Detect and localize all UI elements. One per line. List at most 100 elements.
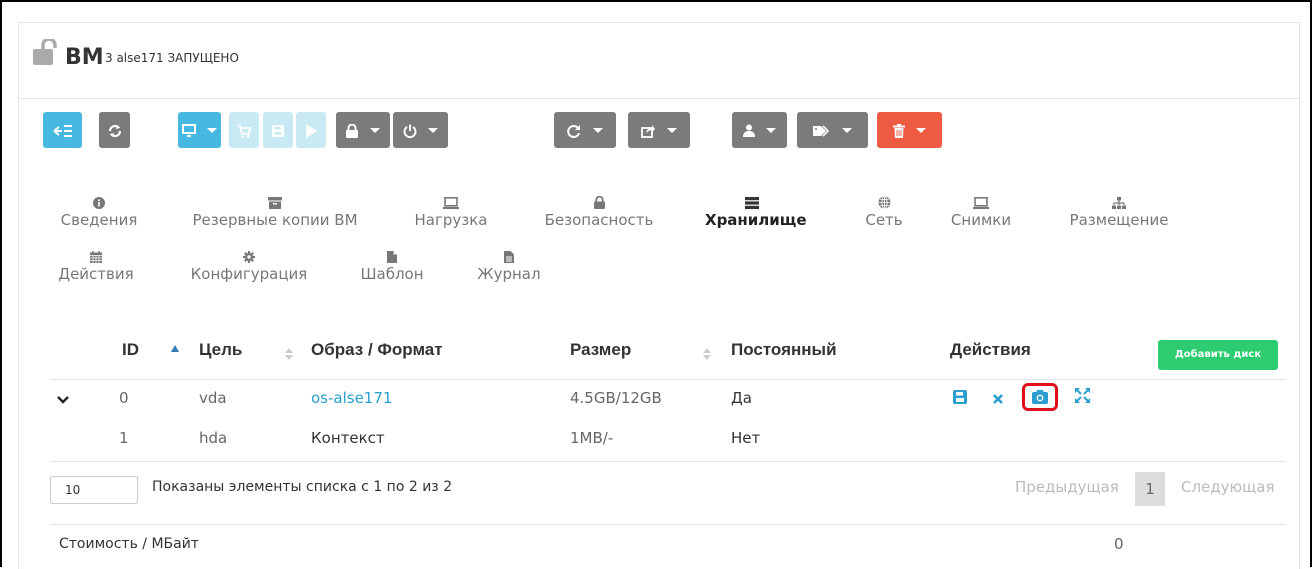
refresh-button[interactable] xyxy=(99,112,130,148)
chevron-down-icon xyxy=(428,128,439,133)
save-as-floppy-icon[interactable] xyxy=(953,389,971,407)
trash-icon xyxy=(892,120,910,139)
tab-storage[interactable]: Хранилище xyxy=(705,195,807,229)
tab-backups[interactable]: Резервные копии ВМ xyxy=(185,195,365,229)
console-button[interactable] xyxy=(178,112,221,148)
next-page-link[interactable]: Следующая xyxy=(1181,478,1275,496)
highlight-box xyxy=(1022,383,1058,411)
tab-network[interactable]: Сеть xyxy=(857,195,911,229)
chevron-down-icon xyxy=(666,128,677,133)
page-size-select[interactable]: 10 xyxy=(50,476,138,504)
prev-page-link[interactable]: Предыдущая xyxy=(1015,478,1119,496)
divider xyxy=(50,379,1286,380)
chevron-down-icon xyxy=(766,128,777,133)
tab-label: Хранилище xyxy=(705,211,807,229)
chevron-down-icon xyxy=(842,128,853,133)
tab-snapshots[interactable]: Снимки xyxy=(944,195,1018,229)
save-button[interactable] xyxy=(263,112,293,148)
cart-icon xyxy=(237,120,252,139)
pagination-info: Показаны элементы списка с 1 по 2 из 2 xyxy=(152,479,453,495)
back-to-list-button[interactable] xyxy=(43,112,82,148)
sitemap-icon xyxy=(1061,195,1177,211)
tab-label: Конфигурация xyxy=(190,265,308,283)
lock-icon xyxy=(537,195,661,211)
row-id: 1 xyxy=(119,429,129,447)
tab-log[interactable]: Журнал xyxy=(473,249,545,283)
col-header-size[interactable]: Размер xyxy=(570,340,631,360)
labels-button[interactable] xyxy=(797,112,868,148)
row-id: 0 xyxy=(119,389,129,407)
file-text-icon xyxy=(473,249,545,265)
col-header-persistent[interactable]: Постоянный xyxy=(731,340,837,360)
migrate-button[interactable] xyxy=(628,112,690,148)
row-persistent: Нет xyxy=(731,429,761,447)
lock-button[interactable] xyxy=(336,112,390,148)
vm-header: ВМ 3 alse171 ЗАПУЩЕНО xyxy=(19,23,1299,99)
laptop-icon xyxy=(944,195,1018,211)
tab-label: Безопасность xyxy=(544,211,654,229)
sort-icon xyxy=(285,345,293,360)
tab-placement[interactable]: Размещение xyxy=(1061,195,1177,229)
expand-chevron-icon[interactable] xyxy=(57,390,69,408)
vm-status: 3 alse171 ЗАПУЩЕНО xyxy=(105,51,239,65)
reboot-button[interactable] xyxy=(554,112,616,148)
chevron-down-icon xyxy=(592,128,603,133)
col-header-target[interactable]: Цель xyxy=(199,340,242,360)
tab-capacity[interactable]: Нагрузка xyxy=(409,195,493,229)
calendar-icon xyxy=(56,249,136,265)
tab-label: Снимки xyxy=(950,211,1012,229)
file-icon xyxy=(355,249,429,265)
tab-security[interactable]: Безопасность xyxy=(537,195,661,229)
tab-label: Размещение xyxy=(1069,211,1169,229)
add-disk-button[interactable]: Добавить диск xyxy=(1158,340,1278,370)
share-icon xyxy=(641,120,660,139)
power-button[interactable] xyxy=(393,112,448,148)
user-button[interactable] xyxy=(732,112,787,148)
sort-asc-icon xyxy=(171,345,179,352)
row-size: 1MB/- xyxy=(570,429,614,447)
row-target: vda xyxy=(199,389,227,407)
col-header-actions: Действия xyxy=(950,340,1031,359)
row-persistent: Да xyxy=(731,389,752,407)
cost-value: 0 xyxy=(1114,535,1124,553)
current-page[interactable]: 1 xyxy=(1135,472,1165,506)
archive-icon xyxy=(185,195,365,211)
gear-icon xyxy=(183,249,315,265)
tab-label: Сведения xyxy=(60,211,138,229)
server-icon xyxy=(705,195,799,211)
tab-label: Нагрузка xyxy=(414,211,488,229)
info-icon xyxy=(56,195,142,211)
col-header-image[interactable]: Образ / Формат xyxy=(311,340,443,360)
tab-info[interactable]: Сведения xyxy=(56,195,142,229)
delete-button[interactable] xyxy=(877,112,942,148)
tab-label: Резервные копии ВМ xyxy=(192,211,358,229)
deploy-button[interactable] xyxy=(229,112,259,148)
tab-configuration[interactable]: Конфигурация xyxy=(183,249,315,283)
tab-label: Сеть xyxy=(865,211,903,229)
globe-icon xyxy=(857,195,911,211)
window-frame: ВМ 3 alse171 ЗАПУЩЕНО Сведения Резервные… xyxy=(0,0,1312,569)
row-size: 4.5GB/12GB xyxy=(570,389,662,407)
row-image-link[interactable]: os-alse171 xyxy=(311,389,392,407)
tab-actions[interactable]: Действия xyxy=(56,249,136,283)
chevron-down-icon xyxy=(369,128,380,133)
chevron-down-icon xyxy=(916,128,927,133)
monitor-icon xyxy=(181,120,201,139)
page-title: ВМ xyxy=(65,45,104,70)
divider xyxy=(50,524,1286,525)
sort-icon xyxy=(703,345,711,360)
tag-icon xyxy=(812,120,836,139)
tab-label: Действия xyxy=(58,265,134,283)
lock-icon xyxy=(346,120,363,139)
detach-x-icon[interactable] xyxy=(992,390,1010,408)
col-header-id[interactable]: ID xyxy=(122,340,139,360)
resize-expand-icon[interactable] xyxy=(1075,388,1093,406)
tab-template[interactable]: Шаблон xyxy=(355,249,429,283)
play-icon xyxy=(305,120,317,139)
user-icon xyxy=(742,120,760,139)
back-list-icon xyxy=(52,120,73,139)
play-button[interactable] xyxy=(296,112,326,148)
floppy-icon xyxy=(272,120,284,139)
row-target: hda xyxy=(199,429,228,447)
cost-label: Стоимость / МБайт xyxy=(59,536,199,552)
